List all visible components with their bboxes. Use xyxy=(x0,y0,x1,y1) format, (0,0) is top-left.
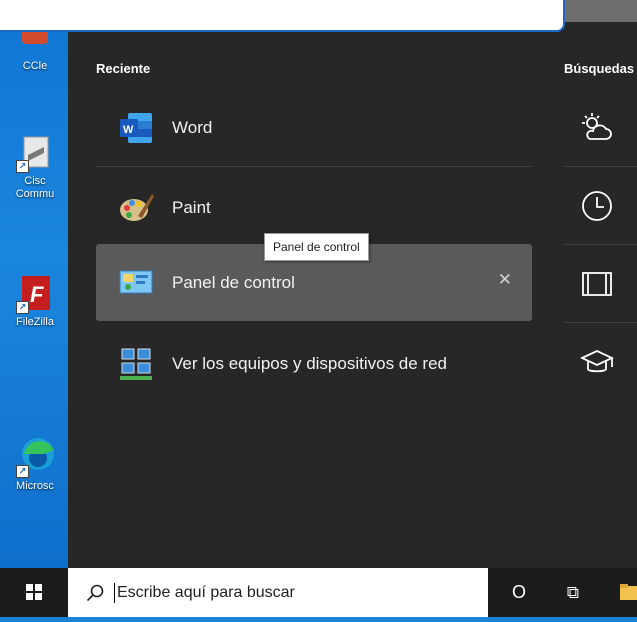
top-search-item-film[interactable] xyxy=(564,245,637,323)
desktop-icon-label: FileZilla xyxy=(16,316,54,328)
graduation-cap-icon xyxy=(579,345,615,379)
recent-section-title: Reciente xyxy=(96,61,151,76)
windows-logo-icon xyxy=(26,584,42,600)
top-searches-section-title: Búsquedas xyxy=(564,61,635,76)
weather-icon xyxy=(580,111,614,145)
svg-text:W: W xyxy=(123,124,134,136)
desktop-icon-cisco[interactable]: ↗ Cisc Commu xyxy=(0,133,70,201)
taskbar-search-box[interactable]: Escribe aquí para buscar xyxy=(68,568,488,617)
desktop-icon-label: Cisc Commu xyxy=(15,175,55,200)
desktop-icon-label: CCle xyxy=(22,60,48,72)
task-view-button[interactable]: ⧉ xyxy=(548,568,598,617)
desktop-icon-edge[interactable]: ↗ Microsc xyxy=(0,432,70,493)
taskbar-app-file-explorer[interactable] xyxy=(610,568,637,617)
top-popup-panel xyxy=(0,0,565,32)
divider xyxy=(96,166,532,167)
top-search-item-weather[interactable] xyxy=(564,89,637,167)
recent-item-label: Ver los equipos y dispositivos de red xyxy=(172,353,447,373)
control-panel-icon xyxy=(118,265,154,301)
top-strip xyxy=(563,0,637,22)
film-icon xyxy=(580,267,614,301)
recent-item-word[interactable]: W Word xyxy=(96,89,532,166)
cortana-button[interactable]: O xyxy=(494,568,544,617)
svg-text:F: F xyxy=(30,282,44,307)
recent-item-network[interactable]: Ver los equipos y dispositivos de red xyxy=(96,325,532,402)
recent-item-label: Panel de control xyxy=(172,272,295,292)
search-icon xyxy=(86,584,104,602)
top-search-item-education[interactable] xyxy=(564,323,637,401)
cisco-icon: ↗ xyxy=(16,133,54,173)
search-input[interactable]: Escribe aquí para buscar xyxy=(117,584,295,602)
text-caret xyxy=(114,582,115,603)
recent-item-label: Paint xyxy=(172,197,211,217)
tooltip: Panel de control xyxy=(264,233,369,261)
cortana-icon: O xyxy=(511,582,526,602)
filezilla-icon: F ↗ xyxy=(16,274,54,314)
shortcut-arrow-icon: ↗ xyxy=(16,160,29,173)
search-start-panel: Reciente Búsquedas W Word Paint Panel de… xyxy=(68,22,637,568)
task-view-icon: ⧉ xyxy=(566,583,580,602)
paint-icon xyxy=(118,190,154,226)
shortcut-arrow-icon: ↗ xyxy=(16,301,29,314)
clock-icon xyxy=(580,189,614,223)
taskbar: Escribe aquí para buscar O ⧉ xyxy=(0,568,637,617)
recent-item-label: Word xyxy=(172,117,213,137)
desktop-icon-filezilla[interactable]: F ↗ FileZilla xyxy=(0,274,70,329)
network-icon xyxy=(118,346,154,382)
shortcut-arrow-icon: ↗ xyxy=(16,465,29,478)
top-search-item-clock[interactable] xyxy=(564,167,637,245)
desktop-icon-label: Microsc xyxy=(16,480,54,492)
start-button[interactable] xyxy=(0,568,68,617)
edge-icon: ↗ xyxy=(16,432,54,478)
word-icon: W xyxy=(118,110,154,146)
remove-from-list-button[interactable]: ✕ xyxy=(498,270,512,290)
folder-icon xyxy=(620,584,637,600)
